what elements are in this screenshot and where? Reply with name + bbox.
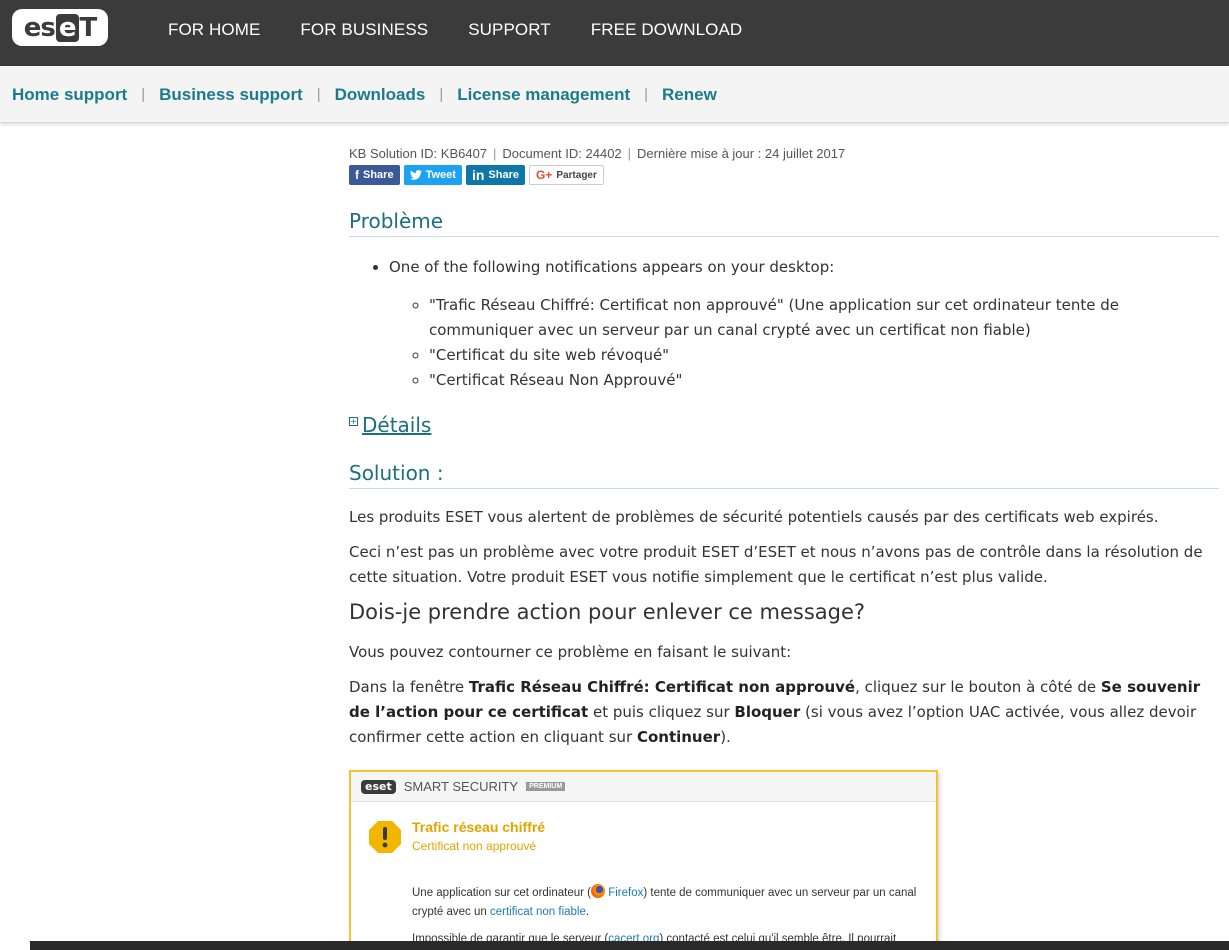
eset-alert-screenshot: eset SMART SECURITY PREMIUM Trafic résea… (349, 770, 938, 950)
alert-description: Une application sur cet ordinateur ( Fir… (412, 884, 922, 922)
expand-plus-icon[interactable]: + (349, 417, 358, 426)
premium-badge: PREMIUM (526, 782, 566, 791)
certificate-link[interactable]: certificat non fiable (490, 906, 586, 918)
details-toggle[interactable]: + Détails (349, 413, 1219, 437)
product-name: SMART SECURITY (403, 779, 519, 794)
meta-separator: | (493, 146, 497, 161)
facebook-share-label: Share (363, 169, 394, 181)
solution-paragraph: Ceci n’est pas un problème avec votre pr… (349, 543, 1203, 586)
nav-for-home[interactable]: FOR HOME (168, 20, 260, 40)
workaround-steps: Dans la fenêtre Trafic Réseau Chiffré: C… (349, 675, 1219, 750)
notification-list: "Trafic Réseau Chiffré: Certificat non a… (411, 293, 1219, 393)
top-navbar: es e T FOR HOME FOR BUSINESS SUPPORT FREE … (0, 0, 1229, 66)
google-plus-icon: G+ (535, 168, 553, 182)
alert-header: eset SMART SECURITY PREMIUM (351, 772, 936, 802)
separator: | (316, 86, 321, 103)
step-text: et puis cliquez sur (588, 703, 735, 721)
alert-subtitle: Certificat non approuvé (412, 839, 537, 853)
solution-heading: Solution : (349, 461, 1219, 489)
subnav-links: Home support | Business support | Downlo… (12, 66, 717, 123)
article-meta: KB Solution ID: KB6407 | Document ID: 2440… (349, 146, 1219, 161)
linkedin-icon: in (471, 167, 485, 183)
main-menu: FOR HOME FOR BUSINESS SUPPORT FREE DOWNL… (168, 0, 782, 60)
separator: | (141, 86, 146, 103)
firefox-link[interactable]: Firefox (608, 887, 643, 899)
step-text: , cliquez sur le bouton à côté de (855, 678, 1101, 696)
subnav-business-support[interactable]: Business support (159, 85, 303, 105)
probleme-bullet-text: One of the following notifications appea… (389, 258, 835, 276)
subnav-downloads[interactable]: Downloads (335, 85, 426, 105)
step-bold-window: Trafic Réseau Chiffré: Certificat non ap… (468, 678, 856, 696)
document-id: Document ID: 24402 (502, 146, 622, 161)
list-item: "Certificat Réseau Non Approuvé" (429, 368, 1219, 393)
facebook-share-button[interactable]: f Share (349, 165, 400, 185)
eset-mini-logo: eset (361, 779, 396, 794)
linkedin-share-label: Share (488, 169, 519, 181)
subnav-renew[interactable]: Renew (662, 85, 717, 105)
eset-logo[interactable]: es e T (12, 9, 108, 46)
separator: | (439, 86, 444, 103)
warning-icon (369, 821, 401, 853)
nav-support[interactable]: SUPPORT (468, 20, 551, 40)
google-plus-share-button[interactable]: G+ Partager (528, 165, 604, 185)
solution-paragraph: Les produits ESET vous alertent de probl… (349, 508, 1159, 526)
subnav-home-support[interactable]: Home support (12, 85, 127, 105)
subnav-license-management[interactable]: License management (457, 85, 630, 105)
twitter-icon (409, 170, 422, 180)
firefox-icon (591, 884, 605, 898)
twitter-tweet-button[interactable]: Tweet (403, 165, 462, 185)
share-buttons: f Share Tweet in Share G+ Partager (349, 165, 1219, 185)
separator: | (644, 86, 649, 103)
alert-text: . (585, 906, 590, 918)
logo-text-e: e (55, 13, 79, 42)
article: KB Solution ID: KB6407 | Document ID: 2440… (349, 146, 1219, 750)
list-item: One of the following notifications appea… (389, 255, 1219, 393)
facebook-icon: f (355, 168, 359, 182)
logo-text-t: T (79, 12, 98, 43)
nav-free-download[interactable]: FREE DOWNLOAD (591, 20, 742, 40)
step-bold-block: Bloquer (734, 703, 801, 721)
step-text: ). (720, 728, 731, 746)
step-bold-continue: Continuer (636, 728, 721, 746)
support-subnav: Home support | Business support | Downlo… (0, 66, 1229, 123)
details-link[interactable]: Détails (362, 413, 431, 437)
linkedin-share-button[interactable]: in Share (465, 165, 525, 185)
kb-solution-id: KB Solution ID: KB6407 (349, 146, 488, 161)
tweet-label: Tweet (425, 169, 456, 181)
alert-title: Trafic réseau chiffré (412, 819, 546, 835)
list-item: "Trafic Réseau Chiffré: Certificat non a… (429, 293, 1219, 343)
google-share-label: Partager (556, 169, 597, 181)
workaround-intro: Vous pouvez contourner ce problème en fa… (349, 643, 792, 661)
last-updated: Dernière mise à jour : 24 juillet 2017 (637, 146, 846, 161)
step-text: Dans la fenêtre (349, 678, 469, 696)
alert-text: Une application sur cet ordinateur ( (412, 887, 591, 899)
probleme-heading: Problème (349, 209, 1219, 237)
probleme-list: One of the following notifications appea… (371, 255, 1219, 393)
logo-text-es: es (23, 12, 56, 43)
bottom-taskbar-strip (30, 941, 1229, 950)
nav-for-business[interactable]: FOR BUSINESS (300, 20, 428, 40)
meta-separator: | (627, 146, 632, 161)
list-item: "Certificat du site web révoqué" (429, 343, 1219, 368)
action-question-heading: Dois-je prendre action pour enlever ce m… (349, 600, 866, 624)
